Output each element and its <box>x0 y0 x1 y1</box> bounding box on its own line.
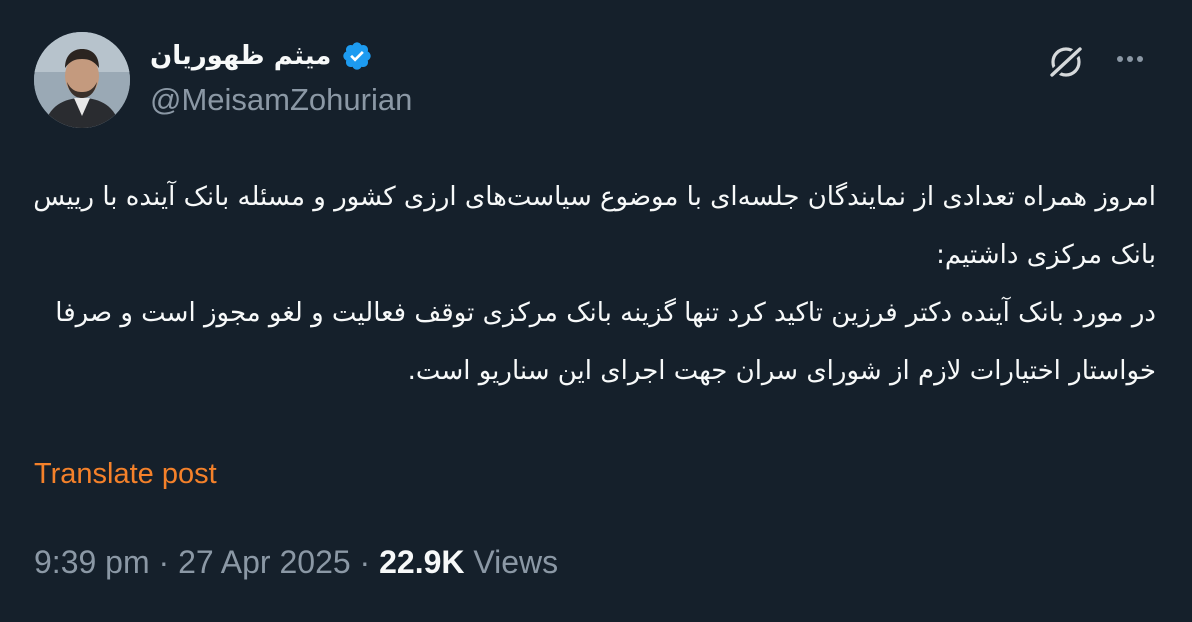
avatar-photo <box>34 32 130 128</box>
translate-post-link[interactable]: Translate post <box>34 458 217 491</box>
meta-separator: · <box>158 544 170 580</box>
post-date[interactable]: 27 Apr 2025 <box>178 544 351 580</box>
post-text: امروز همراه تعدادی از نمایندگان جلسه‌ای … <box>30 168 1156 400</box>
post-meta: 9:39 pm · 27 Apr 2025 · 22.9K Views <box>34 544 558 581</box>
meta-separator: · <box>359 544 371 580</box>
post-time[interactable]: 9:39 pm <box>34 544 150 580</box>
author-header: میثم ظهوریان @MeisamZohurian <box>150 36 412 118</box>
more-options-button[interactable] <box>1108 40 1152 84</box>
views-label: Views <box>473 544 559 580</box>
tweet-card: میثم ظهوریان @MeisamZohurian امروز همراه… <box>0 0 1192 622</box>
avatar[interactable] <box>34 32 130 128</box>
more-icon <box>1117 56 1143 62</box>
verified-badge-icon[interactable] <box>341 40 373 72</box>
post-paragraph: امروز همراه تعدادی از نمایندگان جلسه‌ای … <box>33 182 1156 270</box>
grok-button[interactable] <box>1044 40 1088 84</box>
author-handle[interactable]: @MeisamZohurian <box>150 82 412 118</box>
name-row: میثم ظهوریان <box>150 36 412 76</box>
grok-icon <box>1047 44 1085 80</box>
views-count: 22.9K <box>379 544 465 580</box>
post-paragraph: در مورد بانک آینده دکتر فرزین تاکید کرد … <box>55 298 1156 386</box>
author-display-name[interactable]: میثم ظهوریان <box>150 41 331 71</box>
